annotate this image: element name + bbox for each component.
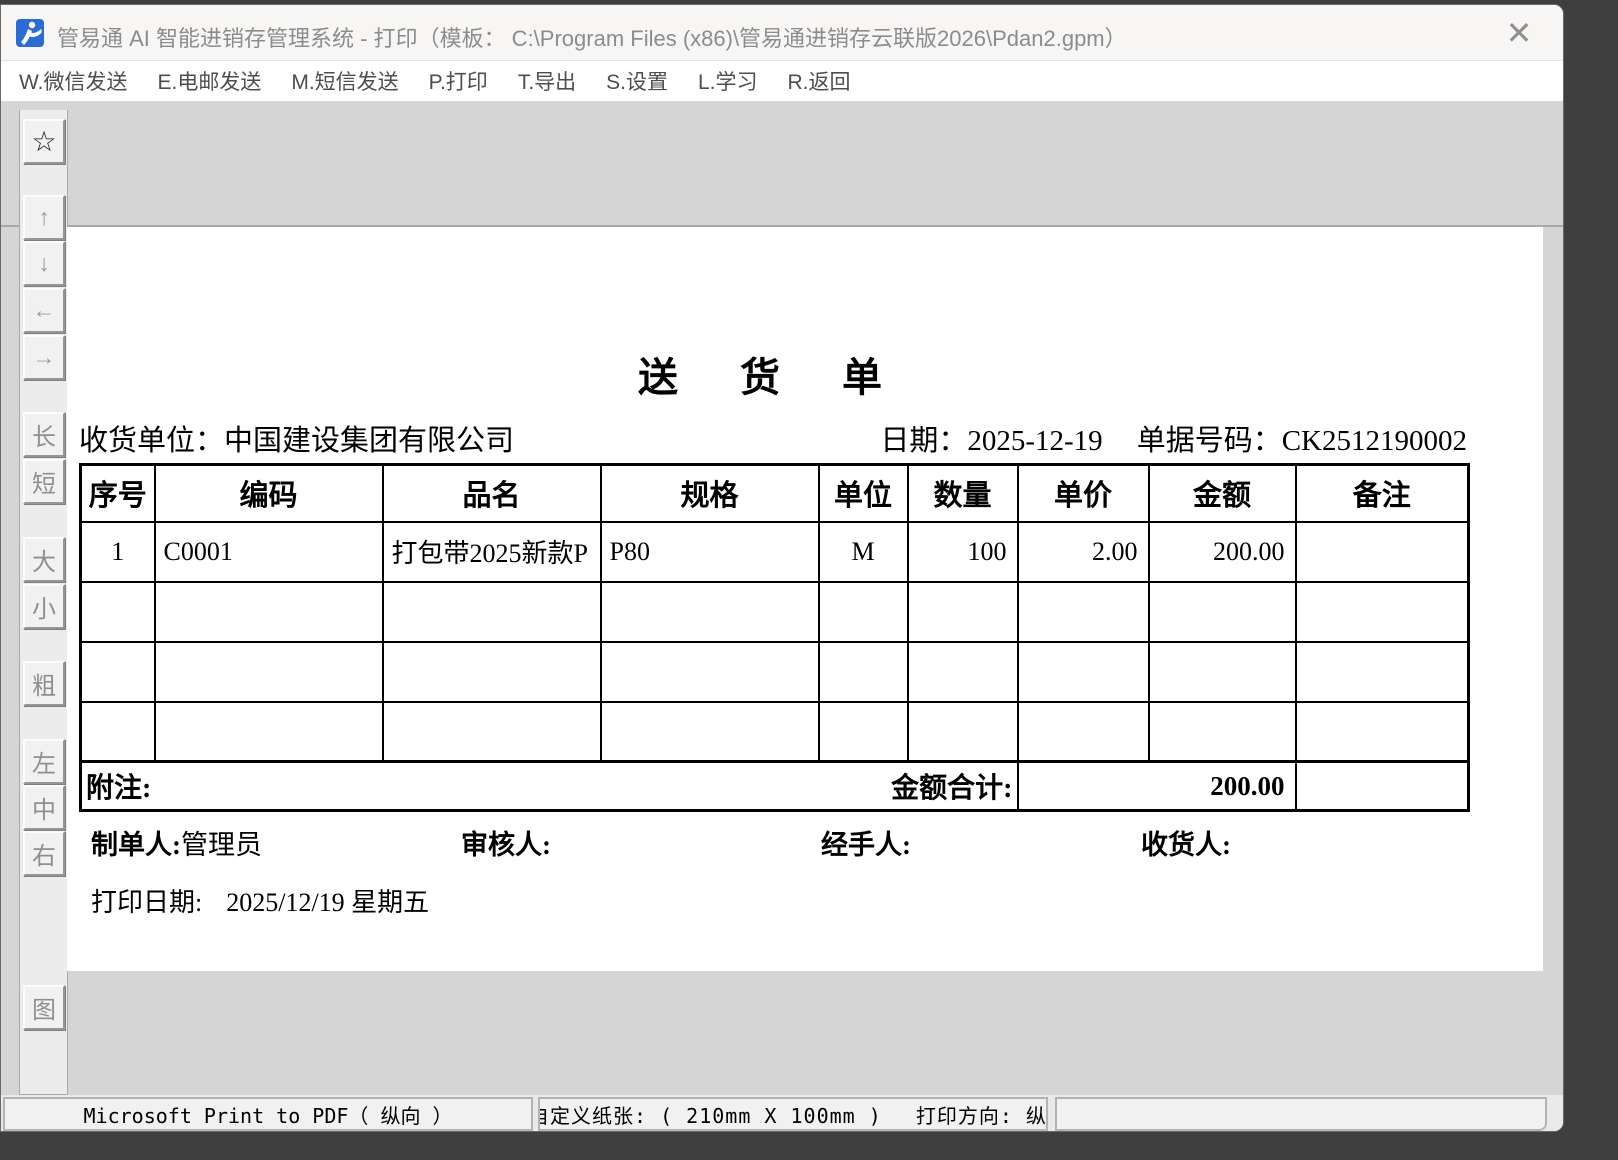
document-info-row: 收货单位：中国建设集团有限公司 日期：2025-12-19单据号码：CK2512…: [79, 417, 1467, 459]
menu-learn[interactable]: L.学习: [698, 66, 758, 96]
statusbar-printer-panel: Microsoft Print to PDF（ 纵向 ）: [3, 1097, 533, 1131]
favorite-button[interactable]: ☆: [23, 119, 65, 164]
print-date-line: 打印日期:2025/12/19 星期五: [91, 882, 429, 919]
menu-return[interactable]: R.返回: [788, 66, 851, 96]
statusbar-extra-panel: [1055, 1097, 1547, 1131]
table-total-row: 附注: 金额合计: 200.00: [81, 762, 1469, 811]
lengthen-button[interactable]: 长: [23, 412, 65, 457]
cell-unit: M: [819, 522, 908, 582]
print-preview-page: 送 货 单 收货单位：中国建设集团有限公司 日期：2025-12-19单据号码：…: [67, 227, 1543, 971]
menu-settings[interactable]: S.设置: [606, 66, 668, 96]
statusbar: Microsoft Print to PDF（ 纵向 ） 自定义纸张: ( 21…: [1, 1095, 1563, 1132]
maker-signature: 制单人:管理员: [91, 823, 262, 862]
receiver-signature: 收货人:: [1141, 823, 1231, 862]
move-right-button[interactable]: →: [23, 335, 65, 380]
close-icon[interactable]: ✕: [1497, 13, 1541, 53]
col-unit: 单位: [819, 465, 908, 522]
table-row-empty: [81, 582, 1469, 642]
total-amount-value: 200.00: [1018, 762, 1296, 811]
align-center-button[interactable]: 中: [23, 785, 65, 830]
enlarge-button[interactable]: 大: [23, 537, 65, 582]
menubar: W.微信发送 E.电邮发送 M.短信发送 P.打印 T.导出 S.设置 L.学习…: [1, 61, 1563, 102]
bold-button[interactable]: 粗: [23, 661, 65, 706]
table-row-empty: [81, 642, 1469, 702]
handler-signature: 经手人:: [821, 823, 911, 862]
col-remark: 备注: [1296, 465, 1469, 522]
app-window: 管易通 AI 智能进销存管理系统 - 打印（模板： C:\Program Fil…: [0, 4, 1564, 1132]
shrink-button[interactable]: 小: [23, 584, 65, 629]
menu-export[interactable]: T.导出: [518, 66, 576, 96]
window-title: 管易通 AI 智能进销存管理系统 - 打印（模板： C:\Program Fil…: [57, 21, 1127, 53]
cell-seq: 1: [81, 522, 155, 582]
cell-spec: P80: [601, 522, 819, 582]
content-area: ☆ ↑ ↓ ← → 长 短 大 小 粗 左 中 右 图 送 货 单 收货单位：中…: [1, 102, 1563, 1095]
cell-price: 2.00: [1018, 522, 1149, 582]
date-number-line: 日期：2025-12-19单据号码：CK2512190002: [880, 417, 1467, 459]
menu-wechat-send[interactable]: W.微信发送: [19, 66, 128, 96]
cell-qty: 100: [908, 522, 1018, 582]
table-row: 1 C0001 打包带2025新款P P80 M 100 2.00 200.00: [81, 522, 1469, 582]
cell-remark: [1296, 522, 1469, 582]
shorten-button[interactable]: 短: [23, 459, 65, 504]
reviewer-signature: 审核人:: [461, 823, 551, 862]
format-toolbar: ☆ ↑ ↓ ← → 长 短 大 小 粗 左 中 右 图: [19, 110, 68, 1095]
table-row-empty: [81, 702, 1469, 762]
cell-code: C0001: [155, 522, 383, 582]
menu-sms-send[interactable]: M.短信发送: [291, 66, 398, 96]
total-label: 金额合计:: [891, 766, 1012, 806]
menu-print[interactable]: P.打印: [429, 66, 488, 96]
menu-email-send[interactable]: E.电邮发送: [158, 66, 262, 96]
note-label: 附注:: [86, 766, 151, 806]
total-remark-cell: [1296, 762, 1469, 811]
app-logo-icon: [15, 18, 45, 48]
align-right-button[interactable]: 右: [23, 831, 65, 876]
cell-name: 打包带2025新款P: [383, 522, 601, 582]
move-up-button[interactable]: ↑: [23, 195, 65, 240]
col-qty: 数量: [908, 465, 1018, 522]
align-left-button[interactable]: 左: [23, 739, 65, 784]
col-seq: 序号: [81, 465, 155, 522]
document-title: 送 货 单: [79, 345, 1467, 403]
receiver-line: 收货单位：中国建设集团有限公司: [79, 417, 514, 459]
col-name: 品名: [383, 465, 601, 522]
statusbar-paper-panel: 自定义纸张: ( 210mm X 100mm ) 打印方向: 纵向: [538, 1097, 1048, 1131]
col-spec: 规格: [601, 465, 819, 522]
delivery-items-table: 序号 编码 品名 规格 单位 数量 单价 金额 备注 1 C0001: [79, 463, 1470, 812]
titlebar: 管易通 AI 智能进销存管理系统 - 打印（模板： C:\Program Fil…: [1, 5, 1563, 61]
cell-amount: 200.00: [1149, 522, 1296, 582]
move-left-button[interactable]: ←: [23, 288, 65, 333]
image-button[interactable]: 图: [23, 985, 65, 1030]
table-header-row: 序号 编码 品名 规格 单位 数量 单价 金额 备注: [81, 465, 1469, 522]
signature-row: 制单人:管理员 审核人: 经手人: 收货人:: [67, 823, 1543, 857]
col-code: 编码: [155, 465, 383, 522]
col-amount: 金额: [1149, 465, 1296, 522]
note-and-total-cell: 附注: 金额合计:: [81, 762, 1018, 811]
col-price: 单价: [1018, 465, 1149, 522]
move-down-button[interactable]: ↓: [23, 241, 65, 286]
